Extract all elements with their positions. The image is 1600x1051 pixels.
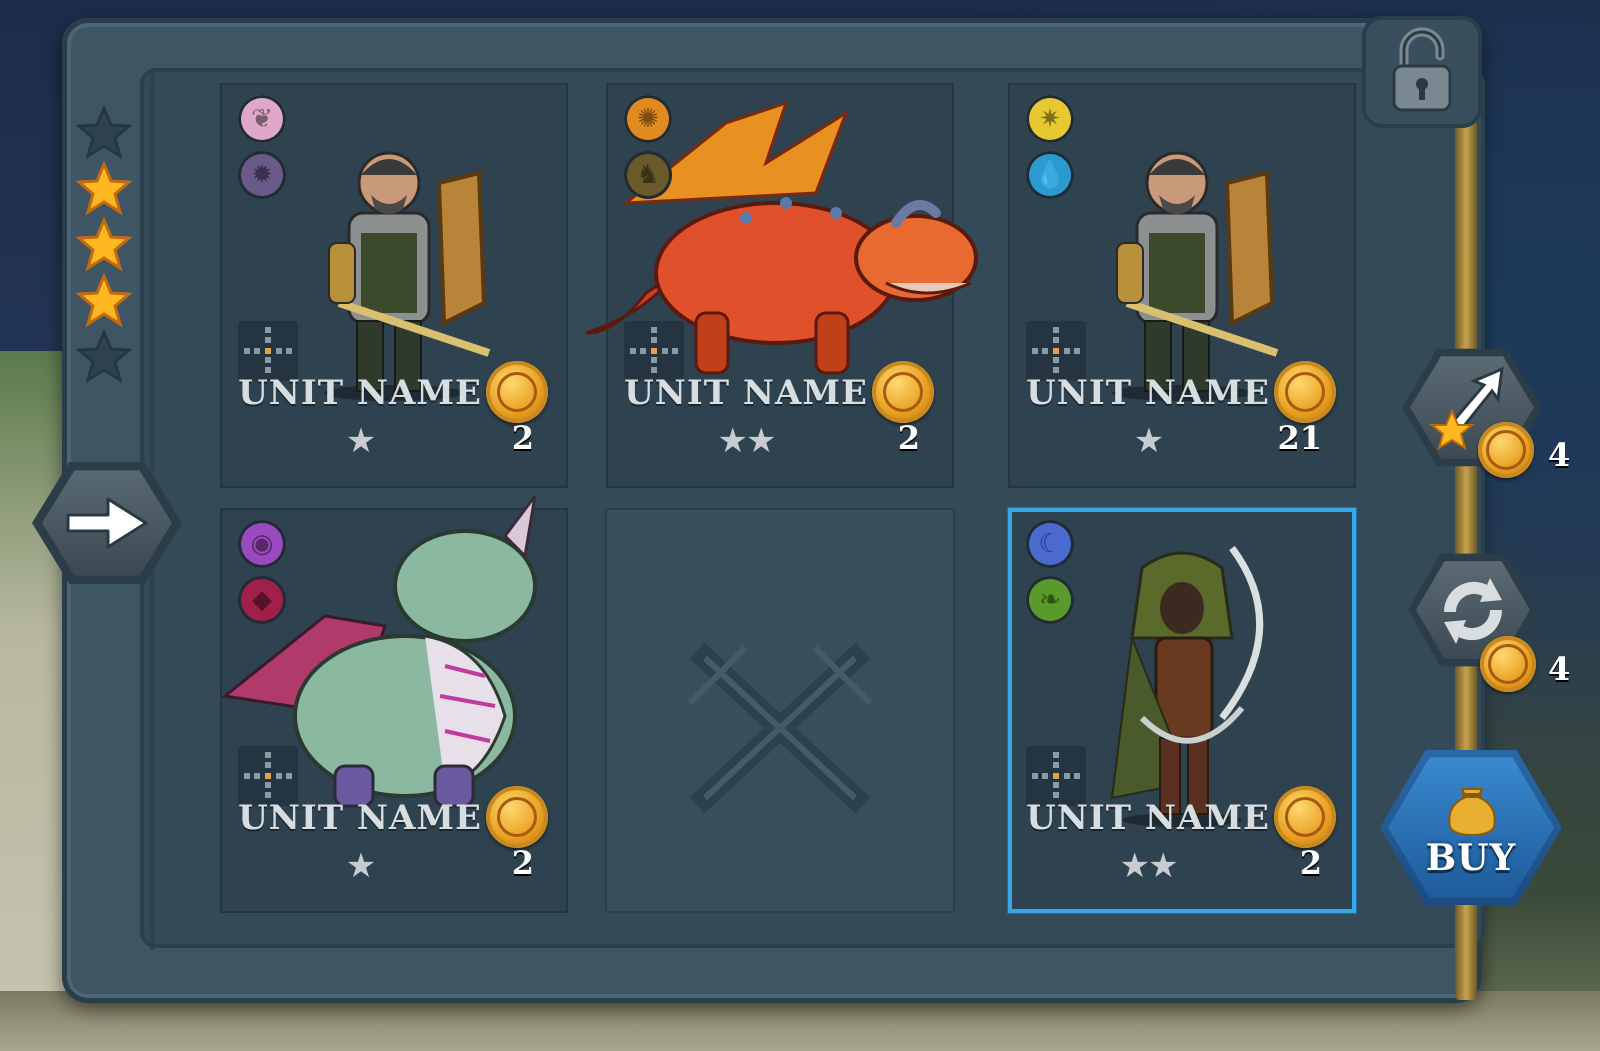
attack-range-icon bbox=[1026, 746, 1086, 806]
moon-icon: ☾ bbox=[1026, 520, 1074, 568]
star-empty-icon bbox=[76, 105, 132, 160]
upgrade-cost: 4 bbox=[1548, 436, 1571, 474]
knight-portrait bbox=[279, 113, 509, 407]
star-empty-icon bbox=[76, 329, 132, 384]
gold-coin-icon bbox=[486, 786, 548, 848]
unit-star-level: ★ bbox=[345, 846, 376, 886]
unit-cost: 2 bbox=[897, 419, 920, 457]
unit-cost: 2 bbox=[511, 844, 534, 882]
unit-name: UNIT NAME bbox=[238, 798, 482, 838]
swirl-icon: ✺ bbox=[624, 95, 672, 143]
unit-name: UNIT NAME bbox=[1026, 798, 1270, 838]
beast-icon: ♞ bbox=[624, 151, 672, 199]
gold-coin-icon bbox=[872, 361, 934, 423]
unit-star-level: ★ bbox=[1133, 421, 1164, 461]
upgrade-coin-icon bbox=[1478, 422, 1534, 478]
crossed-swords-icon bbox=[687, 642, 873, 814]
unit-card[interactable]: ✺ ♞ UNIT NAME ★★ 2 bbox=[585, 83, 978, 488]
water-drop-icon: 💧 bbox=[1026, 151, 1074, 199]
attack-range-icon bbox=[624, 321, 684, 381]
unit-name: UNIT NAME bbox=[624, 373, 868, 413]
unit-star-level: ★★ bbox=[1119, 846, 1179, 886]
gear-icon: ✹ bbox=[238, 151, 286, 199]
knight-portrait bbox=[1067, 113, 1297, 407]
unit-cost: 2 bbox=[1299, 844, 1322, 882]
gold-coin-icon bbox=[1274, 361, 1336, 423]
sun-icon: ✷ bbox=[1026, 95, 1074, 143]
unit-card[interactable]: ❦ ✹ UNIT NAME ★ 2 bbox=[220, 83, 568, 488]
gold-coin-icon bbox=[1274, 786, 1336, 848]
unit-card[interactable]: ✷ 💧 UNIT NAME ★ 21 bbox=[1008, 83, 1356, 488]
unit-name: UNIT NAME bbox=[238, 373, 482, 413]
rogue-portrait bbox=[1072, 538, 1292, 832]
unit-cost: 2 bbox=[511, 419, 534, 457]
unit-cost: 21 bbox=[1277, 419, 1322, 457]
unit-card[interactable]: ◉ ◆ UNIT NAME ★ 2 bbox=[220, 495, 568, 913]
unlocked-padlock-icon bbox=[1392, 27, 1452, 112]
refresh-cost: 4 bbox=[1548, 650, 1571, 688]
star-filled-icon bbox=[76, 217, 132, 272]
arrow-right-icon bbox=[66, 497, 148, 549]
buy-label: BUY bbox=[1425, 837, 1517, 879]
gold-bag-icon bbox=[1448, 788, 1496, 837]
lock-button[interactable] bbox=[1362, 16, 1482, 128]
leaf-icon: ❧ bbox=[1026, 576, 1074, 624]
gem-icon: ◆ bbox=[238, 576, 286, 624]
unit-star-level: ★★ bbox=[717, 421, 777, 461]
gold-coin-icon bbox=[486, 361, 548, 423]
star-filled-icon bbox=[76, 273, 132, 328]
wings-icon: ❦ bbox=[238, 95, 286, 143]
unit-name: UNIT NAME bbox=[1026, 373, 1270, 413]
attack-range-icon bbox=[238, 746, 298, 806]
refresh-coin-icon bbox=[1480, 636, 1536, 692]
empty-shop-slot bbox=[605, 508, 955, 913]
unit-card-selected[interactable]: ☾ ❧ UNIT NAME ★★ 2 bbox=[1008, 508, 1356, 913]
attack-range-icon bbox=[1026, 321, 1086, 381]
attack-range-icon bbox=[238, 321, 298, 381]
tier-rating bbox=[76, 105, 136, 385]
eye-icon: ◉ bbox=[238, 520, 286, 568]
unit-star-level: ★ bbox=[345, 421, 376, 461]
star-filled-icon bbox=[76, 161, 132, 216]
